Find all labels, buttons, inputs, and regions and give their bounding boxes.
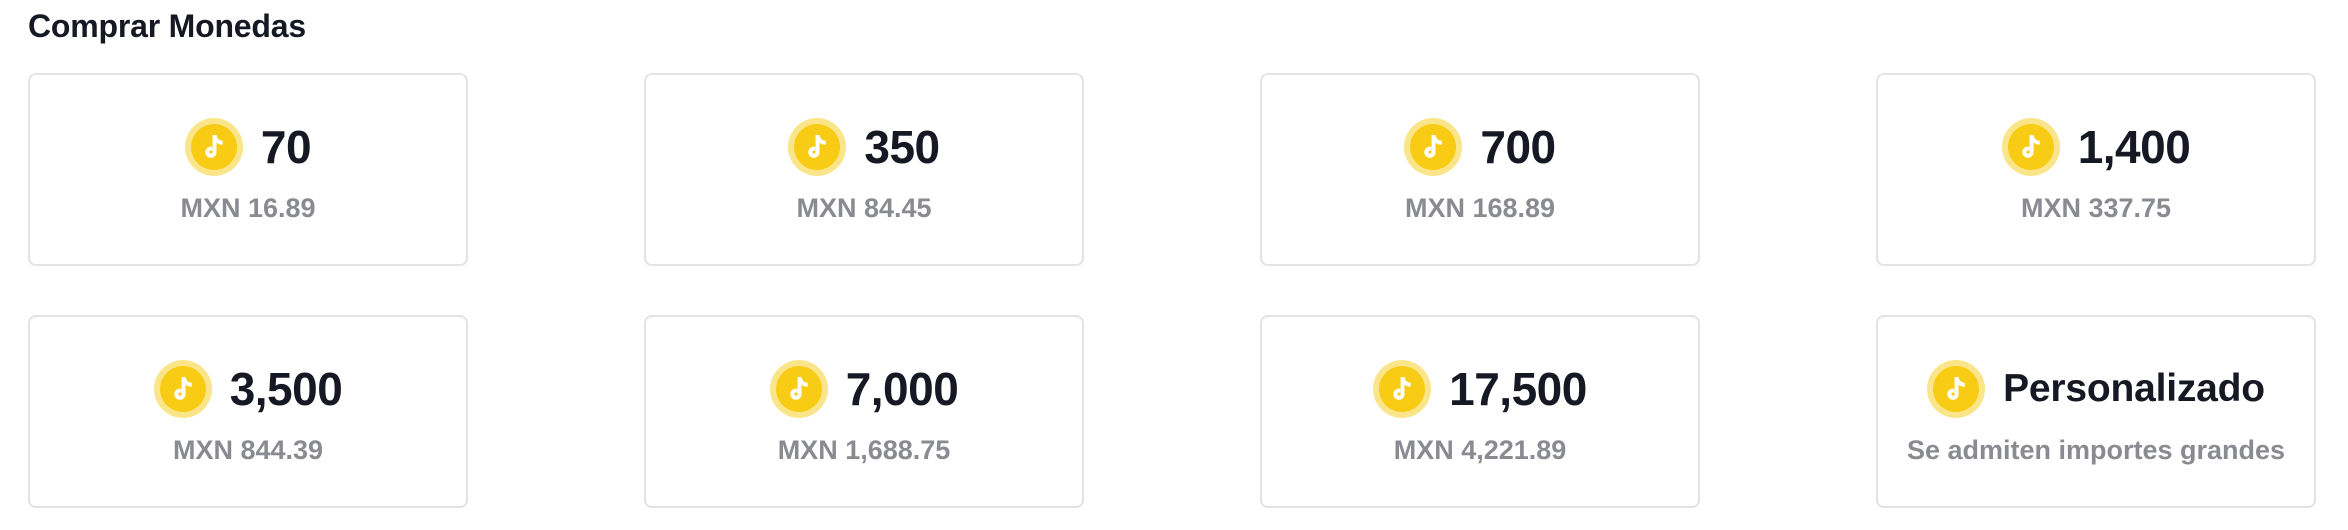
coin-amount: 70 — [260, 120, 312, 173]
coin-package-card[interactable]: 700 MXN 168.89 — [1260, 73, 1700, 266]
coin-package-card[interactable]: 1,400 MXN 337.75 — [1876, 73, 2316, 266]
coin-amount: 1,400 — [2077, 120, 2191, 173]
package-price: MXN 1,688.75 — [777, 434, 951, 465]
package-price: MXN 337.75 — [2020, 192, 2172, 223]
page-title: Comprar Monedas — [28, 8, 306, 44]
coin-amount: 17,500 — [1449, 362, 1587, 415]
coin-amount-row: 7,000 — [769, 357, 959, 421]
package-price: MXN 4,221.89 — [1393, 434, 1567, 465]
custom-amount-card[interactable]: Personalizado Se admiten importes grande… — [1876, 315, 2316, 508]
tiktok-coin-icon — [1373, 359, 1432, 418]
coin-package-card[interactable]: 70 MXN 16.89 — [28, 73, 468, 266]
coin-amount-row: 17,500 — [1373, 357, 1587, 421]
coin-package-card[interactable]: 3,500 MXN 844.39 — [28, 315, 468, 508]
package-price: MXN 16.89 — [180, 192, 316, 223]
tiktok-coin-icon — [788, 117, 847, 176]
tiktok-coin-icon — [1404, 117, 1463, 176]
tiktok-coin-icon — [2001, 117, 2060, 176]
coin-amount: 700 — [1480, 120, 1556, 173]
custom-amount-hint: Se admiten importes grandes — [1906, 434, 2286, 465]
coin-package-card[interactable]: 17,500 MXN 4,221.89 — [1260, 315, 1700, 508]
coin-amount: 7,000 — [845, 362, 959, 415]
coin-package-card[interactable]: 7,000 MXN 1,688.75 — [644, 315, 1084, 508]
package-price: MXN 168.89 — [1404, 192, 1556, 223]
tiktok-coin-icon — [153, 359, 212, 418]
coin-amount-row: 1,400 — [2001, 115, 2191, 179]
coin-amount-row: 3,500 — [153, 357, 343, 421]
coin-package-grid: 70 MXN 16.89 350 MXN 84.45 700 MXN 168.8… — [28, 73, 2316, 508]
custom-amount-label: Personalizado — [2003, 366, 2265, 410]
package-price: MXN 84.45 — [796, 192, 932, 223]
coin-amount-row: 70 — [184, 115, 312, 179]
coin-package-card[interactable]: 350 MXN 84.45 — [644, 73, 1084, 266]
tiktok-coin-icon — [184, 117, 243, 176]
coin-amount-row: 700 — [1404, 115, 1556, 179]
coin-amount-row: Personalizado — [1927, 357, 2265, 421]
tiktok-coin-icon — [1927, 359, 1986, 418]
coin-amount-row: 350 — [788, 115, 940, 179]
coin-amount: 3,500 — [229, 362, 343, 415]
coin-amount: 350 — [864, 120, 940, 173]
tiktok-coin-icon — [769, 359, 828, 418]
package-price: MXN 844.39 — [172, 434, 324, 465]
